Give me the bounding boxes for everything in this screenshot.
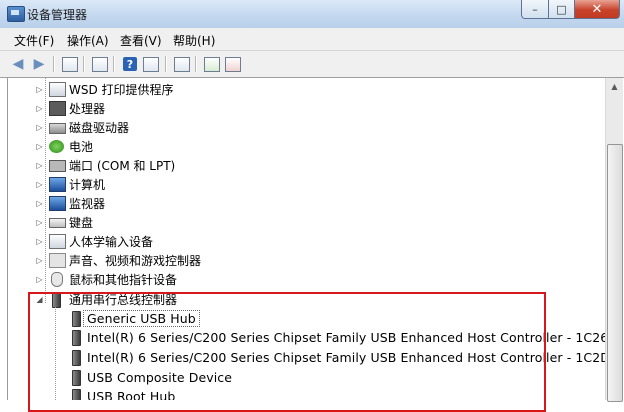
tree-item-label: WSD 打印提供程序 bbox=[69, 83, 174, 97]
expand-arrow-icon[interactable]: ▷ bbox=[35, 85, 44, 94]
expand-arrow-icon[interactable]: ▷ bbox=[35, 142, 44, 151]
scroll-up-arrow-icon: ▲ bbox=[611, 82, 618, 91]
help-icon: ? bbox=[123, 57, 137, 71]
monitor-icon bbox=[49, 196, 66, 211]
tree-item-label: 电池 bbox=[69, 140, 94, 154]
expand-arrow-icon[interactable]: ▷ bbox=[35, 237, 44, 246]
menu-action[interactable]: 操作(A) bbox=[67, 32, 109, 49]
scrollbar-thumb[interactable] bbox=[607, 144, 623, 402]
scan-hardware-button[interactable] bbox=[172, 54, 192, 74]
processor-icon bbox=[49, 101, 66, 116]
expand-arrow-icon[interactable]: ▷ bbox=[35, 104, 44, 113]
minimize-icon: – bbox=[532, 2, 538, 16]
tree-item-label: 计算机 bbox=[69, 178, 106, 192]
computer-icon bbox=[49, 177, 66, 192]
show-hidden-button[interactable] bbox=[90, 54, 110, 74]
uninstall-button[interactable] bbox=[223, 54, 243, 74]
minimize-button[interactable]: – bbox=[521, 0, 549, 19]
disk-drive-icon bbox=[49, 123, 66, 134]
properties-button[interactable] bbox=[60, 54, 80, 74]
uninstall-icon bbox=[225, 56, 241, 72]
maximize-icon: □ bbox=[556, 2, 567, 16]
close-icon: ✕ bbox=[591, 1, 603, 17]
menu-view[interactable]: 查看(V) bbox=[120, 32, 162, 49]
vertical-scrollbar[interactable]: ▲ bbox=[605, 78, 623, 402]
expand-arrow-icon[interactable]: ▷ bbox=[35, 199, 44, 208]
tree-item-label: 端口 (COM 和 LPT) bbox=[69, 159, 176, 173]
toolbar: ◀ ▶ ? bbox=[0, 51, 624, 78]
show-hidden-icon bbox=[92, 56, 108, 72]
toolbar-separator bbox=[195, 56, 197, 72]
keyboard-icon bbox=[49, 217, 66, 228]
title-bar: 设备管理器 – □ ✕ bbox=[0, 0, 624, 28]
device-manager-app-icon bbox=[7, 6, 25, 22]
printer-provider-icon bbox=[49, 82, 66, 97]
toolbar-separator bbox=[113, 56, 115, 72]
tree-item-label: 监视器 bbox=[69, 197, 106, 211]
tree-item-label: 鼠标和其他指针设备 bbox=[69, 273, 178, 287]
tree-item-label: 键盘 bbox=[69, 216, 94, 230]
battery-icon bbox=[49, 140, 64, 153]
tree-item-label: 磁盘驱动器 bbox=[69, 121, 130, 135]
menu-help[interactable]: 帮助(H) bbox=[173, 32, 215, 49]
tree-item-label: 处理器 bbox=[69, 102, 106, 116]
back-icon: ◀ bbox=[12, 56, 24, 72]
tree-item-label: 声音、视频和游戏控制器 bbox=[69, 254, 202, 268]
sound-icon bbox=[49, 253, 66, 268]
properties-icon bbox=[62, 56, 78, 72]
expand-arrow-icon[interactable]: ▷ bbox=[35, 123, 44, 132]
toolbar-separator bbox=[165, 56, 167, 72]
expand-arrow-icon[interactable]: ▷ bbox=[35, 161, 44, 170]
help-button[interactable]: ? bbox=[120, 54, 140, 74]
window-controls: – □ ✕ bbox=[521, 0, 620, 19]
menu-bar: 文件(F) 操作(A) 查看(V) 帮助(H) bbox=[0, 28, 624, 51]
action-view-icon bbox=[143, 56, 159, 72]
update-driver-icon bbox=[204, 56, 220, 72]
close-button[interactable]: ✕ bbox=[575, 0, 620, 19]
scan-hardware-icon bbox=[174, 56, 190, 72]
forward-icon: ▶ bbox=[33, 56, 45, 72]
update-driver-button[interactable] bbox=[202, 54, 222, 74]
toolbar-separator bbox=[53, 56, 55, 72]
expand-arrow-icon[interactable]: ▷ bbox=[35, 256, 44, 265]
toolbar-separator bbox=[83, 56, 85, 72]
menu-file[interactable]: 文件(F) bbox=[14, 32, 54, 49]
maximize-button[interactable]: □ bbox=[549, 0, 575, 19]
action-view-button[interactable] bbox=[141, 54, 161, 74]
port-icon bbox=[49, 159, 66, 172]
expand-arrow-icon[interactable]: ▷ bbox=[35, 275, 44, 284]
mouse-icon bbox=[51, 272, 63, 287]
hid-icon bbox=[49, 234, 66, 249]
scroll-up-button[interactable]: ▲ bbox=[606, 78, 623, 95]
tree-guide-line bbox=[45, 78, 46, 303]
expand-arrow-icon[interactable]: ▷ bbox=[35, 180, 44, 189]
expand-arrow-icon[interactable]: ▷ bbox=[35, 218, 44, 227]
tree-item-label: 人体学输入设备 bbox=[69, 235, 154, 249]
back-button[interactable]: ◀ bbox=[8, 54, 28, 74]
forward-button[interactable]: ▶ bbox=[29, 54, 49, 74]
highlight-box bbox=[28, 292, 546, 412]
window-title: 设备管理器 bbox=[27, 8, 88, 22]
